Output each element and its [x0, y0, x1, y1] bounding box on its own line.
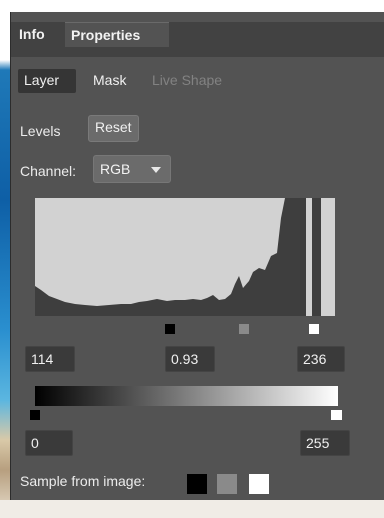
- sample-from-image-label: Sample from image:: [20, 473, 146, 489]
- channel-value: RGB: [100, 161, 131, 177]
- input-black-field[interactable]: 114: [25, 346, 75, 372]
- subtab-live-shape: Live Shape: [152, 72, 223, 88]
- chevron-down-icon: [151, 167, 161, 173]
- black-point-marker[interactable]: [165, 324, 175, 334]
- properties-panel: Info Properties Layer Mask Live Shape Le…: [10, 12, 384, 500]
- histogram-tail: [321, 198, 335, 316]
- input-gamma-field[interactable]: 0.93: [165, 346, 215, 372]
- sample-black-eyedropper[interactable]: [187, 474, 207, 494]
- histogram-spike: [306, 198, 312, 316]
- tab-properties[interactable]: Properties: [65, 22, 169, 47]
- output-gradient-bar: [35, 386, 338, 406]
- input-white-field[interactable]: 236: [297, 346, 345, 372]
- output-black-field[interactable]: 0: [25, 430, 73, 456]
- output-white-slider[interactable]: [331, 410, 342, 420]
- background-canvas: [0, 500, 384, 518]
- sample-white-eyedropper[interactable]: [249, 474, 269, 494]
- levels-label: Levels: [20, 123, 61, 139]
- tab-info[interactable]: Info: [13, 22, 65, 47]
- white-point-marker[interactable]: [309, 324, 319, 334]
- channel-label: Channel:: [20, 163, 77, 179]
- reset-button[interactable]: Reset: [88, 115, 139, 142]
- gray-point-marker[interactable]: [239, 324, 249, 334]
- output-black-slider[interactable]: [30, 410, 40, 420]
- sample-gray-eyedropper[interactable]: [217, 474, 237, 494]
- subtab-mask[interactable]: Mask: [87, 69, 132, 93]
- output-white-field[interactable]: 255: [300, 430, 350, 456]
- channel-dropdown[interactable]: RGB: [93, 155, 171, 183]
- histogram: [35, 198, 335, 316]
- subtab-layer[interactable]: Layer: [18, 69, 76, 93]
